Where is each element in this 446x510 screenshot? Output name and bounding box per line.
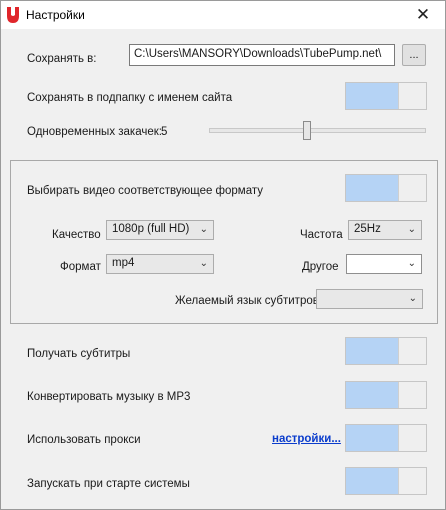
title-bar: Настройки ✕ bbox=[1, 1, 445, 29]
toggle-on-fill bbox=[346, 468, 398, 494]
format-label: Формат bbox=[60, 261, 101, 273]
match-format-toggle[interactable] bbox=[345, 174, 427, 202]
format-value: mp4 bbox=[112, 257, 135, 269]
chevron-down-icon: ⌄ bbox=[407, 258, 416, 269]
toggle-on-fill bbox=[346, 338, 398, 364]
toggle-on-fill bbox=[346, 425, 398, 451]
proxy-toggle[interactable] bbox=[345, 424, 427, 452]
subfolder-label: Сохранять в подпапку с именем сайта bbox=[27, 92, 233, 104]
autostart-label: Запускать при старте системы bbox=[27, 478, 190, 490]
fps-value: 25Hz bbox=[354, 223, 381, 235]
toggle-knob bbox=[398, 338, 426, 364]
window-title: Настройки bbox=[26, 8, 85, 22]
fps-select[interactable]: 25Hz ⌄ bbox=[348, 220, 422, 240]
browse-button-label: ... bbox=[409, 49, 419, 61]
quality-select[interactable]: 1080p (full HD) ⌄ bbox=[106, 220, 214, 240]
proxy-settings-link[interactable]: настройки... bbox=[272, 433, 341, 445]
quality-value: 1080p (full HD) bbox=[112, 223, 190, 235]
proxy-label: Использовать прокси bbox=[27, 434, 141, 446]
close-icon: ✕ bbox=[415, 5, 431, 25]
subtitles-label: Получать субтитры bbox=[27, 348, 131, 360]
close-button[interactable]: ✕ bbox=[401, 1, 445, 29]
autostart-toggle[interactable] bbox=[345, 467, 427, 495]
subtitle-lang-select[interactable]: ⌄ bbox=[316, 289, 423, 309]
subfolder-toggle[interactable] bbox=[345, 82, 427, 110]
toggle-knob bbox=[398, 382, 426, 408]
downloads-slider-thumb[interactable] bbox=[303, 121, 311, 140]
mp3-label: Конвертировать музыку в MP3 bbox=[27, 391, 191, 403]
quality-label: Качество bbox=[52, 229, 101, 241]
toggle-knob bbox=[398, 175, 426, 201]
save-path-field[interactable]: C:\Users\MANSORY\Downloads\TubePump.net\ bbox=[129, 44, 395, 66]
toggle-on-fill bbox=[346, 175, 398, 201]
browse-button[interactable]: ... bbox=[402, 44, 426, 66]
match-format-label: Выбирать видео соответствующее формату bbox=[27, 185, 264, 197]
other-select[interactable]: ⌄ bbox=[346, 254, 422, 274]
toggle-knob bbox=[398, 425, 426, 451]
other-label: Другое bbox=[302, 261, 339, 273]
fps-label: Частота bbox=[300, 229, 343, 241]
toggle-knob bbox=[398, 468, 426, 494]
chevron-down-icon: ⌄ bbox=[199, 224, 208, 235]
save-to-label: Сохранять в: bbox=[27, 53, 97, 65]
chevron-down-icon: ⌄ bbox=[408, 293, 417, 304]
tubepump-logo-icon bbox=[7, 7, 19, 23]
toggle-knob bbox=[398, 83, 426, 109]
mp3-toggle[interactable] bbox=[345, 381, 427, 409]
toggle-on-fill bbox=[346, 83, 398, 109]
toggle-on-fill bbox=[346, 382, 398, 408]
downloads-label: Одновременных закачек: bbox=[27, 126, 162, 138]
format-select[interactable]: mp4 ⌄ bbox=[106, 254, 214, 274]
subtitle-lang-label: Желаемый язык субтитров bbox=[175, 295, 319, 307]
chevron-down-icon: ⌄ bbox=[407, 224, 416, 235]
settings-window: Настройки ✕ Сохранять в: C:\Users\MANSOR… bbox=[0, 0, 446, 510]
downloads-slider-track[interactable] bbox=[209, 128, 426, 133]
chevron-down-icon: ⌄ bbox=[199, 258, 208, 269]
subtitles-toggle[interactable] bbox=[345, 337, 427, 365]
downloads-value: 5 bbox=[161, 126, 168, 138]
